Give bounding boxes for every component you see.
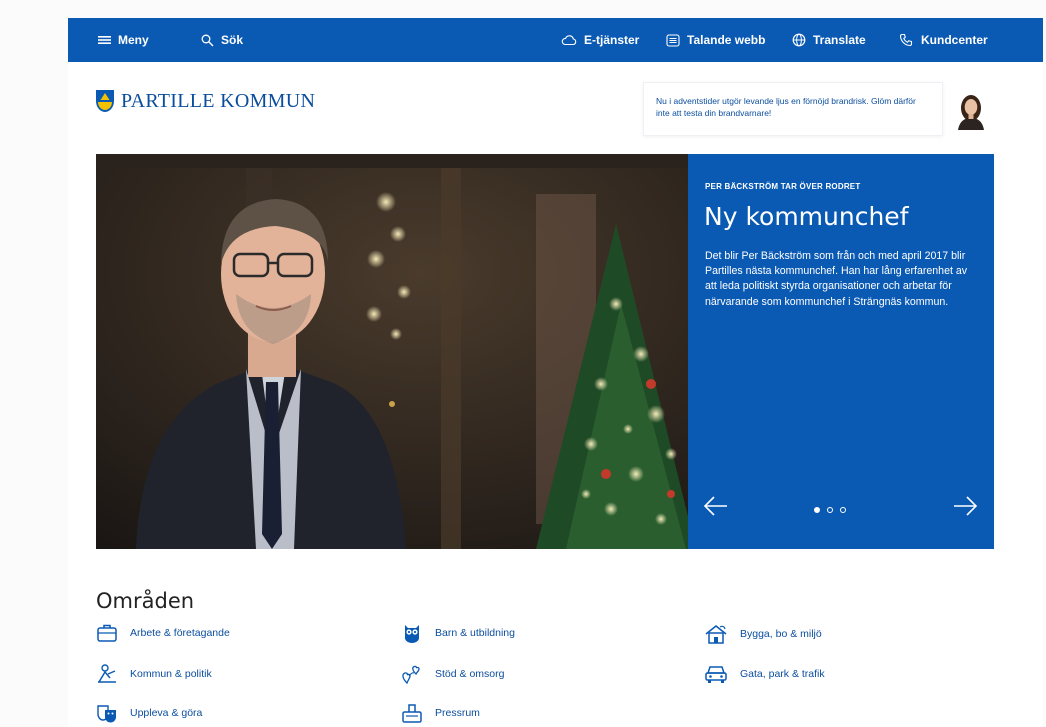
customer-center-label: Kundcenter [921,33,988,47]
area-label: Barn & utbildning [435,627,515,639]
area-label: Arbete & företagande [130,627,230,639]
area-label: Stöd & omsorg [435,668,505,680]
press-icon [402,704,422,723]
speaker-icon [666,33,680,47]
translate-label: Translate [813,33,866,47]
menu-label: Meny [118,33,149,47]
briefcase-icon [97,624,117,642]
area-link-bygga[interactable]: Bygga, bo & miljö [704,623,822,645]
hero-title[interactable]: Ny kommunchef [704,202,909,231]
mask-icon [97,705,116,723]
eservices-label: E-tjänster [584,33,640,47]
tip-text: Nu i adventstider utgör levande ljus en … [656,96,916,118]
area-link-pressrum[interactable]: Pressrum [401,703,480,723]
translate-link[interactable]: Translate [792,18,866,62]
hero-panel: PER BÄCKSTRÖM TAR ÖVER RODRET Ny kommunc… [688,154,994,549]
hero-body: Det blir Per Bäckström som från och med … [705,250,968,308]
area-link-arbete[interactable]: Arbete & företagande [96,623,230,643]
area-label: Uppleva & göra [130,707,203,719]
area-label: Pressrum [435,707,480,719]
slide-dot[interactable] [827,507,833,513]
area-label: Bygga, bo & miljö [740,628,822,640]
search-icon [201,34,214,46]
advisor-avatar [958,95,984,130]
top-navigation-bar: Meny Sök E-tjänster Talande webb Transla… [68,18,1043,62]
hearts-icon [402,665,420,684]
hero-image[interactable] [96,154,688,549]
slide-dots [814,507,846,513]
logo-text: PARTILLE KOMMUN [121,89,316,112]
cloud-icon [561,35,577,46]
site-logo[interactable]: PARTILLE KOMMUN [95,89,315,113]
area-link-gata[interactable]: Gata, park & trafik [704,664,825,684]
hamburger-icon [98,36,111,44]
customer-center-link[interactable]: Kundcenter [899,18,988,62]
area-link-stod[interactable]: Stöd & omsorg [401,664,504,684]
slide-dot[interactable] [814,507,820,513]
previous-slide-arrow-icon[interactable] [702,494,730,518]
area-link-kommun[interactable]: Kommun & politik [96,664,212,684]
hero-kicker: PER BÄCKSTRÖM TAR ÖVER RODRET [705,182,861,191]
area-link-barn[interactable]: Barn & utbildning [401,623,515,643]
car-icon [705,666,727,683]
area-label: Kommun & politik [130,668,212,680]
house-icon [705,625,727,644]
menu-button[interactable]: Meny [98,18,149,62]
next-slide-arrow-icon[interactable] [951,494,979,518]
eservices-link[interactable]: E-tjänster [561,18,639,62]
areas-heading: Områden [96,589,195,613]
globe-icon [792,33,806,47]
people-icon [98,664,116,683]
area-link-uppleva[interactable]: Uppleva & göra [96,703,202,723]
search-button[interactable]: Sök [201,18,243,62]
slide-dot[interactable] [840,507,846,513]
speaking-web-label: Talande webb [687,33,766,47]
speaking-web-link[interactable]: Talande webb [666,18,765,62]
coat-of-arms-icon [96,90,114,112]
search-label: Sök [221,33,244,47]
tip-bubble: Nu i adventstider utgör levande ljus en … [643,82,943,136]
area-label: Gata, park & trafik [740,668,825,680]
hero-photo [96,154,688,549]
phone-icon [899,33,913,47]
page: Meny Sök E-tjänster Talande webb Transla… [68,18,1043,727]
owl-icon [405,625,419,643]
